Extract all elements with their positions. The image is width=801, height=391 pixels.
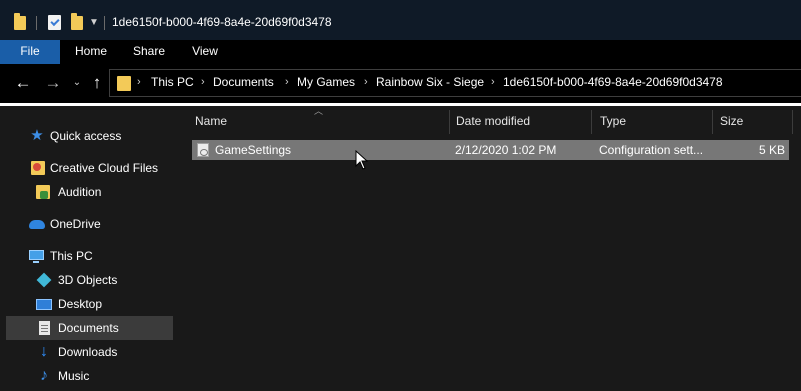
- ribbon-tabs: File Home Share View: [0, 40, 801, 64]
- computer-icon: [29, 250, 44, 263]
- sidebar-item-3d-objects[interactable]: 3D Objects: [36, 268, 176, 292]
- tab-home[interactable]: Home: [68, 40, 114, 64]
- sidebar-item-label: Desktop: [58, 297, 103, 311]
- desktop-icon: [36, 299, 52, 310]
- sidebar-item-label: Creative Cloud Files: [50, 161, 159, 175]
- new-folder-icon[interactable]: [71, 13, 83, 30]
- chevron-right-icon[interactable]: ›: [491, 76, 495, 88]
- column-header-type[interactable]: Type: [590, 110, 713, 134]
- document-icon: [39, 321, 50, 335]
- sidebar-item-label: Downloads: [58, 345, 118, 359]
- sidebar-item-this-pc[interactable]: This PC: [28, 244, 178, 268]
- sidebar-item-desktop[interactable]: Desktop: [36, 292, 176, 316]
- column-header-name[interactable]: Name: [185, 110, 450, 134]
- music-note-icon: ♪: [40, 367, 48, 384]
- mouse-cursor-icon: [355, 150, 369, 170]
- sidebar-item-creative-cloud-files[interactable]: Creative Cloud Files: [28, 156, 178, 180]
- chevron-right-icon[interactable]: ›: [201, 76, 205, 88]
- breadcrumb-my-games[interactable]: My Games: [297, 75, 355, 89]
- config-file-icon: [197, 143, 209, 157]
- chevron-right-icon[interactable]: ›: [137, 76, 141, 88]
- sidebar-item-label: 3D Objects: [58, 273, 118, 287]
- tab-file[interactable]: File: [0, 40, 60, 64]
- file-date-modified: 2/12/2020 1:02 PM: [455, 143, 557, 157]
- audition-folder-icon: [36, 185, 50, 199]
- sidebar-item-documents[interactable]: Documents: [6, 316, 173, 340]
- breadcrumb-current-folder[interactable]: 1de6150f-b000-4f69-8a4e-20d69f0d3478: [503, 75, 723, 89]
- back-arrow-icon[interactable]: ←: [14, 74, 32, 92]
- chevron-right-icon[interactable]: ›: [364, 76, 368, 88]
- folder-icon: [117, 76, 131, 91]
- sidebar-item-label: Quick access: [50, 129, 122, 143]
- sidebar-item-audition[interactable]: Audition: [36, 180, 176, 204]
- sidebar-item-label: This PC: [50, 249, 93, 263]
- tab-share[interactable]: Share: [124, 40, 174, 64]
- toolbar-separator: [36, 16, 37, 30]
- breadcrumb-rainbow-six[interactable]: Rainbow Six - Siege: [376, 75, 484, 89]
- file-size: 5 KB: [758, 143, 785, 157]
- sidebar-item-label: Music: [58, 369, 90, 383]
- sidebar-item-music[interactable]: ♪ Music: [36, 364, 176, 388]
- navigation-pane: ★ Quick access Creative Cloud Files Audi…: [0, 106, 185, 391]
- column-header-date-modified[interactable]: Date modified: [446, 110, 592, 134]
- window-title: 1de6150f-b000-4f69-8a4e-20d69f0d3478: [112, 15, 332, 29]
- file-name: GameSettings: [215, 143, 292, 157]
- column-header-size[interactable]: Size: [710, 110, 793, 134]
- column-divider[interactable]: [792, 110, 793, 134]
- chevron-right-icon[interactable]: ›: [285, 76, 289, 88]
- sidebar-item-label: Documents: [58, 321, 119, 335]
- cube-icon: [36, 272, 52, 288]
- sidebar-item-onedrive[interactable]: OneDrive: [28, 212, 178, 236]
- navigation-bar: ← → ⌄ ↑ › This PC › Documents › My Games…: [0, 64, 801, 104]
- file-list: ︿ Name Date modified Type Size GameSetti…: [185, 106, 801, 391]
- cloud-icon: [29, 220, 45, 229]
- forward-arrow-icon[interactable]: →: [44, 74, 62, 92]
- customize-toolbar-icon[interactable]: ▼: [89, 18, 99, 28]
- download-icon: ↓: [40, 343, 48, 360]
- up-arrow-icon[interactable]: ↑: [88, 74, 106, 92]
- table-row[interactable]: GameSettings 2/12/2020 1:02 PM Configura…: [192, 140, 789, 160]
- sidebar-item-label: OneDrive: [50, 217, 101, 231]
- star-icon: ★: [30, 127, 44, 144]
- file-type: Configuration sett...: [599, 143, 704, 157]
- address-bar[interactable]: › This PC › Documents › My Games › Rainb…: [109, 69, 801, 97]
- breadcrumb-this-pc[interactable]: This PC: [151, 75, 194, 89]
- tab-view[interactable]: View: [182, 40, 228, 64]
- sidebar-item-downloads[interactable]: ↓ Downloads: [36, 340, 176, 364]
- sidebar-item-label: Audition: [58, 185, 102, 199]
- creative-cloud-folder-icon: [31, 161, 45, 175]
- folder-icon[interactable]: [14, 13, 26, 30]
- properties-icon[interactable]: [48, 15, 61, 30]
- title-bar: ▼ 1de6150f-b000-4f69-8a4e-20d69f0d3478: [0, 0, 801, 40]
- chevron-down-icon[interactable]: ⌄: [70, 74, 84, 92]
- toolbar-separator: [104, 16, 105, 30]
- sidebar-item-quick-access[interactable]: ★ Quick access: [28, 124, 178, 148]
- breadcrumb-documents[interactable]: Documents: [213, 75, 274, 89]
